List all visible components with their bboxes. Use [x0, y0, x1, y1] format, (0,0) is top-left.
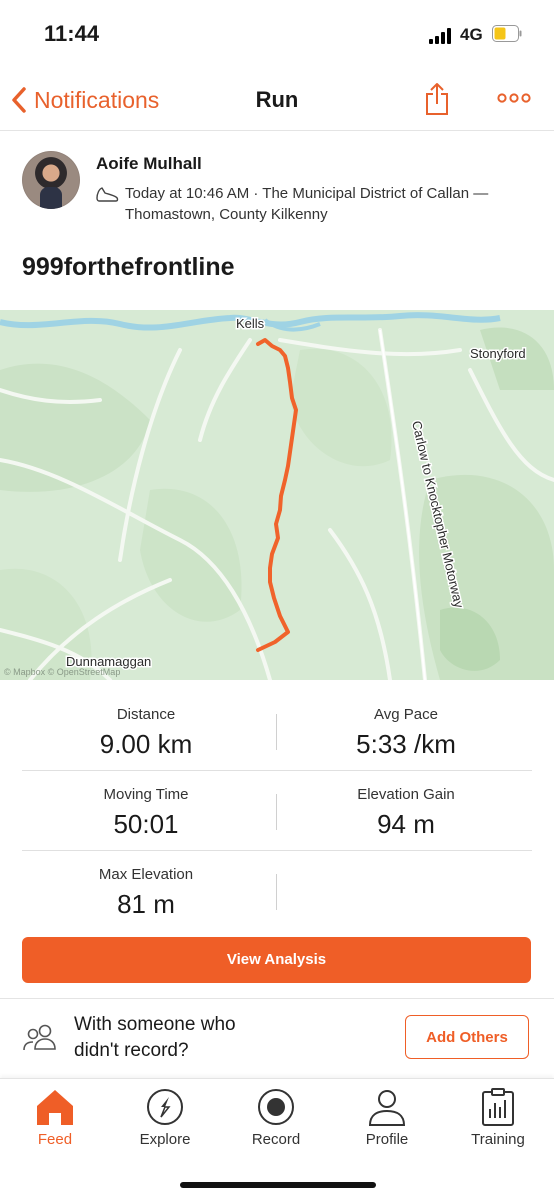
network-type: 4G [460, 25, 483, 44]
activity-title: 999forthefrontline [22, 253, 235, 281]
map-label-kells: Kells [236, 316, 265, 331]
route-map[interactable]: Kells Stonyford Carlow to Knocktopher Mo… [0, 310, 554, 680]
divider [276, 874, 277, 910]
stat-avg-pace: Avg Pace 5:33 /km [276, 706, 536, 760]
tab-label: Feed [37, 1131, 73, 1148]
tab-label: Explore [139, 1131, 191, 1148]
tab-explore[interactable]: Explore [120, 1087, 210, 1159]
stat-label: Max Elevation [98, 866, 194, 883]
prompt-line: didn't record? [74, 1040, 189, 1061]
tab-feed[interactable]: Feed [10, 1087, 100, 1159]
chart-clipboard-icon [482, 1088, 514, 1126]
record-icon [258, 1089, 294, 1125]
stat-value: 81 m [117, 889, 175, 919]
activity-time-location: Today at 10:46 AM · The Municipal Distri… [125, 185, 489, 202]
person-icon [368, 1090, 406, 1126]
prompt-line: With someone who [74, 1014, 236, 1035]
stat-label: Distance [116, 706, 176, 723]
stat-max-elevation: Max Elevation 81 m [16, 866, 276, 920]
stat-label: Elevation Gain [357, 786, 455, 803]
add-others-button[interactable]: Add Others [405, 1015, 529, 1059]
divider [22, 850, 532, 851]
with-someone-prompt: With someone who didn't record? [74, 1012, 374, 1064]
activity-header: Aoife Mulhall Today at 10:46 AM · The Mu… [0, 131, 554, 309]
divider [22, 770, 532, 771]
stat-elevation-gain: Elevation Gain 94 m [276, 786, 536, 840]
stats-grid: Distance 9.00 km Avg Pace 5:33 /km Movin… [0, 680, 554, 930]
compass-icon [147, 1089, 183, 1125]
tab-record[interactable]: Record [231, 1087, 321, 1159]
stat-value: 94 m [377, 809, 435, 839]
more-options-icon[interactable] [497, 92, 531, 104]
stat-label: Moving Time [103, 786, 189, 803]
status-bar: 11:44 4G [0, 0, 554, 70]
stat-label: Avg Pace [374, 706, 438, 723]
avatar[interactable] [22, 151, 80, 209]
status-time: 11:44 [44, 21, 100, 46]
home-indicator [180, 1182, 376, 1188]
tab-label: Training [471, 1131, 525, 1148]
nav-bar: Notifications Run [0, 70, 554, 131]
shoe-icon [96, 187, 119, 202]
tab-training[interactable]: Training [453, 1087, 543, 1159]
map-attribution: © Mapbox © OpenStreetMap [4, 667, 120, 677]
tab-label: Record [251, 1131, 301, 1148]
share-icon[interactable] [424, 82, 450, 116]
stat-moving-time: Moving Time 50:01 [16, 786, 276, 840]
map-canvas: Kells Stonyford Carlow to Knocktopher Mo… [0, 310, 554, 680]
view-analysis-button[interactable]: View Analysis [22, 937, 531, 983]
battery-icon [492, 25, 522, 42]
activity-location-cont: Thomastown, County Kilkenny [125, 206, 328, 223]
signal-icon [429, 28, 455, 44]
page-title: Run [255, 87, 299, 112]
map-label-stonyford: Stonyford [470, 346, 526, 361]
stat-value: 5:33 /km [356, 729, 456, 759]
athlete-name[interactable]: Aoife Mulhall [96, 154, 202, 174]
divider [0, 998, 554, 999]
stat-value: 9.00 km [99, 729, 193, 759]
activity-meta: Today at 10:46 AM · The Municipal Distri… [125, 183, 525, 225]
home-icon [37, 1090, 73, 1125]
group-people-icon [23, 1024, 56, 1051]
stat-value: 50:01 [113, 809, 179, 839]
stat-distance: Distance 9.00 km [16, 706, 276, 760]
tab-label: Profile [365, 1131, 409, 1148]
tab-profile[interactable]: Profile [342, 1087, 432, 1159]
